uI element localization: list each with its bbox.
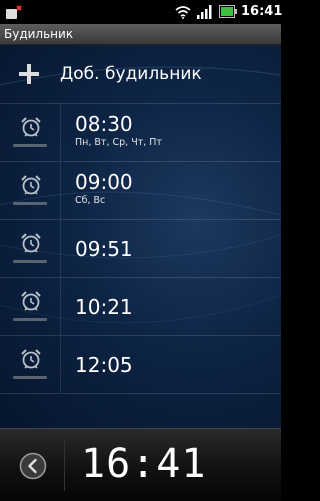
battery-icon: [219, 5, 237, 18]
alarm-status-bar: [13, 144, 47, 147]
alarm-toggle[interactable]: [0, 278, 61, 335]
alarm-time: 09:00: [75, 170, 133, 194]
alarm-list: Доб. будильник 08:30 Пн, Вт, Ср, Чт, Пт: [0, 45, 281, 428]
wifi-icon: [175, 6, 191, 19]
alarm-toggle[interactable]: [0, 104, 61, 161]
alarm-status-bar: [13, 202, 47, 205]
alarm-time: 08:30: [75, 112, 133, 136]
alarm-toggle[interactable]: [0, 162, 61, 219]
alarm-item[interactable]: 09:00 Сб, Вс: [0, 162, 281, 220]
current-time-display: 16:41: [81, 441, 207, 487]
status-clock: 16:41: [241, 4, 283, 19]
add-alarm-button[interactable]: Доб. будильник: [0, 45, 281, 104]
add-alarm-label: Доб. будильник: [60, 64, 202, 84]
alarm-item[interactable]: 12:05: [0, 336, 281, 394]
alarm-clock-icon: [21, 175, 41, 195]
status-bar: 16:41: [0, 0, 283, 24]
alarm-item[interactable]: 09:51: [0, 220, 281, 278]
alarm-status-bar: [13, 376, 47, 379]
alarm-item[interactable]: 10:21: [0, 278, 281, 336]
plus-icon: [19, 64, 39, 84]
alarm-status-bar: [13, 318, 47, 321]
alarm-days: Пн, Вт, Ср, Чт, Пт: [75, 137, 162, 148]
alarm-toggle[interactable]: [0, 220, 61, 277]
alarm-status-bar: [13, 260, 47, 263]
alarm-clock-icon: [21, 233, 41, 253]
alarm-time: 09:51: [75, 237, 133, 261]
alarm-item[interactable]: 08:30 Пн, Вт, Ср, Чт, Пт: [0, 104, 281, 162]
alarm-clock-icon: [21, 117, 41, 137]
alarm-days: Сб, Вс: [75, 195, 106, 206]
title-bar: Будильник: [0, 24, 281, 45]
bottom-bar: 16:41: [0, 428, 281, 501]
alarm-clock-icon: [21, 349, 41, 369]
alarm-time: 12:05: [75, 353, 133, 377]
missed-call-notification-icon: [6, 5, 22, 19]
signal-strength-icon: [197, 5, 212, 19]
back-arrow-icon[interactable]: [19, 452, 47, 480]
alarm-time: 10:21: [75, 295, 133, 319]
alarm-clock-icon: [21, 291, 41, 311]
page-title: Будильник: [4, 27, 74, 41]
alarm-toggle[interactable]: [0, 336, 61, 393]
bottom-divider: [64, 439, 65, 491]
